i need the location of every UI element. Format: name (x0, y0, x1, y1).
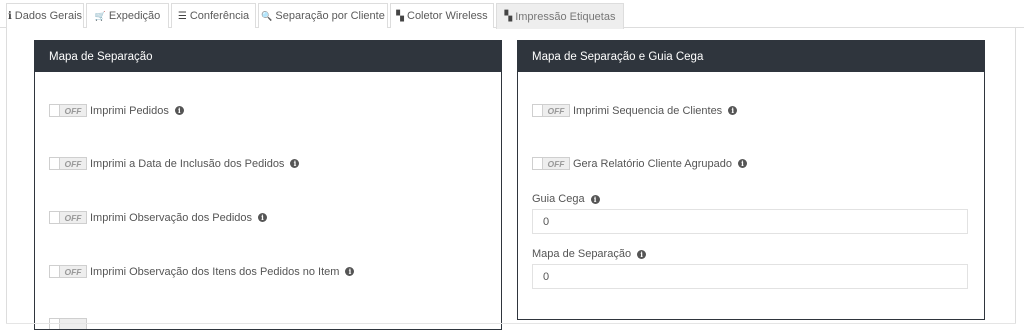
info-icon[interactable]: i (345, 267, 355, 276)
option-partial-next (49, 318, 90, 329)
toggle-state: OFF (547, 158, 565, 169)
toggle-switch[interactable] (49, 318, 87, 329)
field-label-mapa-separacao: Mapa de Separação i (532, 248, 647, 260)
option-imprimi-pedidos: OFF Imprimi Pedidos i (49, 104, 184, 117)
toggle-knob (50, 266, 60, 277)
info-icon[interactable]: i (728, 106, 738, 115)
info-icon[interactable]: i (290, 159, 300, 168)
guia-cega-input[interactable] (532, 209, 968, 234)
option-label: Imprimi Observação dos Itens dos Pedidos… (90, 265, 340, 278)
toggle-switch[interactable]: OFF (532, 104, 570, 117)
tab-label: Conferência (189, 10, 250, 22)
toggle-knob (533, 158, 543, 169)
tab-bar: i Dados Gerais 🛒 Expedição ☰ Conferência… (0, 0, 1024, 29)
mapa-separacao-input[interactable] (532, 264, 968, 289)
option-label: Imprimi a Data de Inclusão dos Pedidos (90, 157, 285, 170)
toggle-state: OFF (64, 105, 82, 116)
toggle-switch[interactable]: OFF (49, 211, 87, 224)
toggle-state: OFF (547, 105, 565, 116)
field-label-text: Guia Cega (532, 193, 585, 205)
option-imprimi-observacao-itens: OFF Imprimi Observação dos Itens dos Ped… (49, 265, 355, 278)
toggle-knob (533, 105, 543, 116)
tab-conferencia[interactable]: ☰ Conferência (171, 3, 256, 28)
option-imprimi-observacao-pedidos: OFF Imprimi Observação dos Pedidos i (49, 211, 268, 224)
cart-icon: 🛒 (94, 10, 106, 21)
panel-title: Mapa de Separação e Guia Cega (518, 41, 984, 72)
toggle-state: OFF (64, 266, 82, 277)
toggle-knob (50, 158, 60, 169)
info-icon[interactable]: i (590, 194, 600, 204)
panel-mapa-de-separacao: Mapa de Separação OFF Imprimi Pedidos i … (34, 40, 502, 330)
map-icon: ▚ (504, 11, 513, 22)
toggle-switch[interactable]: OFF (49, 157, 87, 170)
tab-dados-gerais[interactable]: i Dados Gerais (6, 3, 84, 28)
tab-impressao-etiquetas[interactable]: ▚ Impressão Etiquetas (496, 3, 624, 29)
option-label: Imprimi Observação dos Pedidos (90, 211, 253, 224)
tab-separacao-por-cliente[interactable]: 🔍 Separação por Cliente (258, 3, 388, 28)
tab-expedicao[interactable]: 🛒 Expedição (86, 3, 169, 28)
field-label-text: Mapa de Separação (532, 248, 632, 260)
option-label: Imprimi Sequencia de Clientes (573, 104, 723, 117)
panel-mapa-separacao-guia-cega: Mapa de Separação e Guia Cega OFF Imprim… (517, 40, 985, 320)
field-label-guia-cega: Guia Cega i (532, 193, 600, 205)
tab-label: Impressão Etiquetas (515, 10, 616, 23)
toggle-knob (50, 212, 60, 223)
list-icon: ☰ (177, 10, 187, 22)
toggle-switch[interactable]: OFF (49, 104, 87, 117)
info-icon: i (7, 10, 12, 22)
tab-label: Dados Gerais (14, 10, 83, 22)
option-gera-relatorio-agrupado: OFF Gera Relatório Cliente Agrupado i (532, 157, 747, 170)
tab-label: Expedição (108, 10, 161, 22)
toggle-state: OFF (64, 212, 82, 223)
tab-label: Separação por Cliente (275, 10, 385, 22)
toggle-knob (50, 105, 60, 116)
toggle-state: OFF (64, 158, 82, 169)
info-icon[interactable]: i (258, 213, 268, 222)
toggle-switch[interactable]: OFF (532, 157, 570, 170)
tab-coletor-wireless[interactable]: ▚ Coletor Wireless (390, 3, 494, 28)
panel-title: Mapa de Separação (35, 41, 501, 72)
toggle-knob (50, 319, 60, 329)
option-imprimi-sequencia-clientes: OFF Imprimi Sequencia de Clientes i (532, 104, 738, 117)
search-icon: 🔍 (261, 10, 273, 21)
info-icon[interactable]: i (174, 106, 184, 115)
info-icon[interactable]: i (737, 159, 747, 168)
tab-label: Coletor Wireless (407, 10, 488, 22)
option-imprimi-data-inclusao: OFF Imprimi a Data de Inclusão dos Pedid… (49, 157, 300, 170)
option-label: Gera Relatório Cliente Agrupado (573, 157, 732, 170)
map-icon: ▚ (396, 10, 404, 22)
toggle-switch[interactable]: OFF (49, 265, 87, 278)
info-icon[interactable]: i (637, 249, 647, 259)
option-label: Imprimi Pedidos (90, 104, 169, 117)
